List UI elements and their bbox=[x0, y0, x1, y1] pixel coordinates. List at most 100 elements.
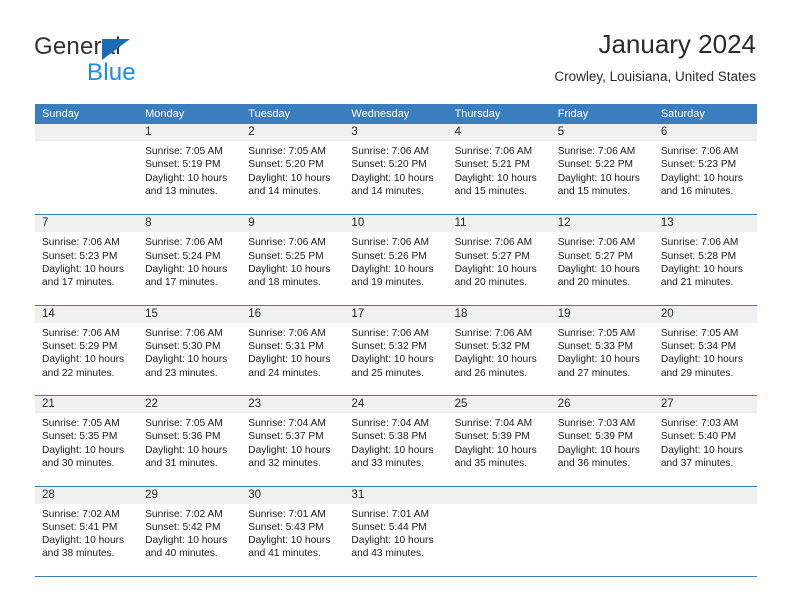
day-number-band: 16 bbox=[241, 305, 345, 323]
sunset-text: Sunset: 5:33 PM bbox=[557, 341, 634, 353]
day-sun-info: Sunrise: 7:06 AM Sunset: 5:22 PM Daylight:… bbox=[551, 141, 654, 198]
sunrise-text: Sunrise: 7:02 AM bbox=[145, 508, 223, 520]
calendar-day-cell[interactable]: 5 Sunrise: 7:06 AM Sunset: 5:22 PM Daylight… bbox=[550, 124, 654, 214]
calendar-day-cell[interactable]: 1 Sunrise: 7:05 AM Sunset: 5:19 PM Daylight… bbox=[138, 124, 242, 214]
day-sun-info: Sunrise: 7:04 AM Sunset: 5:39 PM Daylight:… bbox=[448, 413, 551, 470]
daylight-text-line1: Daylight: 10 hours bbox=[145, 354, 228, 366]
calendar-day-cell[interactable]: 18 Sunrise: 7:06 AM Sunset: 5:32 PM Dayligh… bbox=[447, 305, 551, 395]
daylight-text-line2: and 40 minutes. bbox=[145, 548, 218, 560]
title-block: January 2024 Crowley, Louisiana, United … bbox=[554, 28, 756, 85]
daylight-text-line2: and 14 minutes. bbox=[351, 185, 424, 197]
sunrise-text: Sunrise: 7:06 AM bbox=[660, 237, 739, 249]
daylight-text-line2: and 20 minutes. bbox=[557, 277, 631, 289]
calendar-day-cell[interactable]: 21 Sunrise: 7:05 AM Sunset: 5:35 PM Dayligh… bbox=[35, 396, 139, 485]
sunset-text: Sunset: 5:26 PM bbox=[351, 250, 427, 262]
calendar-day-cell[interactable]: 17 Sunrise: 7:06 AM Sunset: 5:32 PM Dayligh… bbox=[344, 305, 448, 395]
sunrise-text: Sunrise: 7:06 AM bbox=[145, 327, 223, 339]
calendar-day-cell[interactable]: 10 Sunrise: 7:06 AM Sunset: 5:26 PM Dayligh… bbox=[344, 215, 448, 304]
sunset-text: Sunset: 5:37 PM bbox=[248, 431, 324, 443]
sunset-text: Sunset: 5:23 PM bbox=[660, 159, 737, 171]
page-title: January 2024 bbox=[598, 29, 756, 59]
daylight-text-line2: and 17 minutes. bbox=[145, 277, 218, 289]
day-sun-info: Sunrise: 7:05 AM Sunset: 5:36 PM Daylight:… bbox=[138, 413, 241, 470]
day-number: 19 bbox=[557, 307, 571, 320]
day-number: 22 bbox=[145, 398, 158, 411]
sunset-text: Sunset: 5:35 PM bbox=[42, 431, 118, 443]
calendar-day-cell[interactable]: 12 Sunrise: 7:06 AM Sunset: 5:27 PM Dayligh… bbox=[550, 215, 654, 304]
daylight-text-line2: and 14 minutes. bbox=[248, 185, 321, 197]
day-number: 21 bbox=[42, 398, 55, 411]
page-header: General Blue January 2024 Crowley, Louis… bbox=[0, 0, 792, 100]
weekday-header-row: Sunday Monday Tuesday Wednesday Thursday… bbox=[35, 104, 757, 124]
calendar-day-cell[interactable]: 14 Sunrise: 7:06 AM Sunset: 5:29 PM Dayligh… bbox=[35, 305, 139, 395]
day-sun-info: Sunrise: 7:06 AM Sunset: 5:27 PM Daylight:… bbox=[551, 232, 654, 289]
day-sun-info: Sunrise: 7:06 AM Sunset: 5:23 PM Daylight:… bbox=[35, 232, 138, 289]
sunset-text: Sunset: 5:27 PM bbox=[557, 250, 634, 262]
calendar-week-row: 21 Sunrise: 7:05 AM Sunset: 5:35 PM Dayligh… bbox=[35, 395, 757, 485]
day-sun-info: Sunrise: 7:06 AM Sunset: 5:27 PM Daylight:… bbox=[448, 232, 551, 289]
calendar-day-cell[interactable]: 19 Sunrise: 7:05 AM Sunset: 5:33 PM Dayligh… bbox=[550, 305, 654, 395]
day-number-band: 20 bbox=[653, 305, 757, 323]
day-number-band: 6 bbox=[653, 124, 757, 141]
calendar-day-cell[interactable]: 22 Sunrise: 7:05 AM Sunset: 5:36 PM Dayligh… bbox=[138, 396, 242, 485]
calendar-day-cell[interactable]: 2 Sunrise: 7:05 AM Sunset: 5:20 PM Daylight… bbox=[241, 124, 345, 214]
day-number-band: 5 bbox=[550, 124, 654, 141]
calendar-day-cell[interactable]: 20 Sunrise: 7:05 AM Sunset: 5:34 PM Dayligh… bbox=[653, 305, 757, 395]
calendar-day-cell[interactable]: 9 Sunrise: 7:06 AM Sunset: 5:25 PM Daylight… bbox=[241, 215, 345, 304]
daylight-text-line1: Daylight: 10 hours bbox=[454, 172, 537, 184]
calendar-day-cell[interactable]: 6 Sunrise: 7:06 AM Sunset: 5:23 PM Daylight… bbox=[653, 124, 757, 214]
day-sun-info: Sunrise: 7:06 AM Sunset: 5:23 PM Daylight:… bbox=[654, 141, 757, 198]
day-sun-info: Sunrise: 7:06 AM Sunset: 5:25 PM Daylight:… bbox=[241, 232, 344, 289]
daylight-text-line2: and 32 minutes. bbox=[248, 458, 321, 470]
sunrise-text: Sunrise: 7:02 AM bbox=[42, 508, 120, 520]
day-number: 30 bbox=[248, 488, 262, 501]
day-number-band: 15 bbox=[138, 305, 242, 323]
day-number-band: 2 bbox=[241, 124, 345, 141]
calendar-day-cell[interactable]: 8 Sunrise: 7:06 AM Sunset: 5:24 PM Daylight… bbox=[138, 215, 242, 304]
sunrise-text: Sunrise: 7:06 AM bbox=[351, 237, 430, 249]
page-subtitle: Crowley, Louisiana, United States bbox=[554, 69, 756, 84]
calendar-day-cell[interactable]: 15 Sunrise: 7:06 AM Sunset: 5:30 PM Dayligh… bbox=[138, 305, 242, 395]
day-number: 16 bbox=[248, 307, 262, 320]
sunrise-text: Sunrise: 7:05 AM bbox=[248, 146, 326, 157]
calendar-day-cell[interactable]: 28 Sunrise: 7:02 AM Sunset: 5:41 PM Dayligh… bbox=[35, 486, 139, 576]
calendar-day-cell-empty bbox=[653, 486, 757, 576]
day-number-band: 24 bbox=[344, 396, 448, 414]
calendar-day-cell[interactable]: 16 Sunrise: 7:06 AM Sunset: 5:31 PM Dayligh… bbox=[241, 305, 345, 395]
day-number: 26 bbox=[557, 398, 571, 411]
day-number: 28 bbox=[42, 488, 55, 501]
calendar-day-cell[interactable]: 3 Sunrise: 7:06 AM Sunset: 5:20 PM Daylight… bbox=[344, 124, 448, 214]
calendar-day-cell[interactable]: 23 Sunrise: 7:04 AM Sunset: 5:37 PM Dayligh… bbox=[241, 396, 345, 485]
calendar-week-row: 1 Sunrise: 7:05 AM Sunset: 5:19 PM Daylight… bbox=[35, 124, 757, 214]
calendar-day-cell[interactable]: 31 Sunrise: 7:01 AM Sunset: 5:44 PM Dayligh… bbox=[344, 486, 448, 576]
day-sun-info: Sunrise: 7:06 AM Sunset: 5:32 PM Daylight:… bbox=[448, 323, 551, 380]
calendar-day-cell[interactable]: 24 Sunrise: 7:04 AM Sunset: 5:38 PM Dayligh… bbox=[344, 396, 448, 485]
day-sun-info: Sunrise: 7:05 AM Sunset: 5:34 PM Daylight:… bbox=[654, 323, 757, 380]
daylight-text-line2: and 13 minutes. bbox=[145, 185, 218, 197]
day-number: 3 bbox=[351, 126, 358, 138]
calendar-day-cell-empty bbox=[550, 486, 654, 576]
calendar-day-cell[interactable]: 30 Sunrise: 7:01 AM Sunset: 5:43 PM Dayligh… bbox=[241, 486, 345, 576]
calendar-day-cell[interactable]: 13 Sunrise: 7:06 AM Sunset: 5:28 PM Dayligh… bbox=[653, 215, 757, 304]
calendar-day-cell-empty bbox=[35, 124, 139, 214]
calendar-day-cell[interactable]: 26 Sunrise: 7:03 AM Sunset: 5:39 PM Dayligh… bbox=[550, 396, 654, 485]
day-sun-info: Sunrise: 7:06 AM Sunset: 5:28 PM Daylight:… bbox=[654, 232, 757, 289]
daylight-text-line2: and 26 minutes. bbox=[454, 367, 528, 379]
logo-triangle-icon bbox=[102, 39, 130, 60]
day-number: 11 bbox=[454, 217, 467, 230]
day-number-band bbox=[550, 486, 654, 504]
day-number-band: 14 bbox=[35, 305, 139, 323]
sunset-text: Sunset: 5:39 PM bbox=[454, 431, 530, 443]
calendar-day-cell[interactable]: 25 Sunrise: 7:04 AM Sunset: 5:39 PM Dayligh… bbox=[447, 396, 551, 485]
sunset-text: Sunset: 5:29 PM bbox=[42, 341, 118, 353]
calendar-day-cell[interactable]: 11 Sunrise: 7:06 AM Sunset: 5:27 PM Dayligh… bbox=[447, 215, 551, 304]
day-number-band: 26 bbox=[550, 396, 654, 414]
calendar-day-cell[interactable]: 27 Sunrise: 7:03 AM Sunset: 5:40 PM Dayligh… bbox=[653, 396, 757, 485]
daylight-text-line2: and 29 minutes. bbox=[660, 367, 734, 379]
calendar-day-cell[interactable]: 29 Sunrise: 7:02 AM Sunset: 5:42 PM Dayligh… bbox=[138, 486, 242, 576]
calendar-day-cell[interactable]: 7 Sunrise: 7:06 AM Sunset: 5:23 PM Daylight… bbox=[35, 215, 139, 304]
general-blue-logo[interactable]: General Blue bbox=[34, 33, 254, 89]
sunrise-text: Sunrise: 7:05 AM bbox=[145, 418, 223, 430]
calendar-day-cell[interactable]: 4 Sunrise: 7:06 AM Sunset: 5:21 PM Daylight… bbox=[447, 124, 551, 214]
day-number-band bbox=[447, 486, 551, 504]
